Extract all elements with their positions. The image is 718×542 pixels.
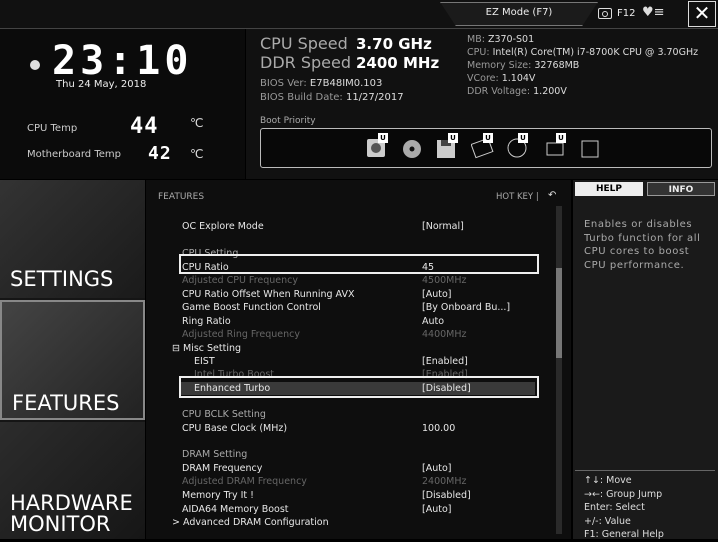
disc-icon bbox=[403, 140, 421, 158]
cpu-temp-label: CPU Temp bbox=[27, 123, 78, 134]
mb-temp-label: Motherboard Temp bbox=[27, 149, 121, 160]
sidebar: SETTINGS FEATURES HARDWARE MONITOR bbox=[0, 180, 145, 539]
ez-mode-button[interactable]: EZ Mode (F7) bbox=[440, 2, 598, 26]
key-move: ↑↓: Move bbox=[584, 475, 632, 486]
group-dram-setting: DRAM Setting bbox=[182, 449, 248, 460]
sysinfo-memory: Memory Size: 32768MB bbox=[467, 60, 580, 71]
info-adjusted-ring-frequency: Adjusted Ring Frequency 4400MHz bbox=[182, 329, 467, 340]
key-value: +/-: Value bbox=[584, 515, 631, 527]
screenshot-icon[interactable] bbox=[598, 8, 612, 19]
setting-dram-frequency[interactable]: DRAM Frequency [Auto] bbox=[182, 462, 532, 475]
boot-device-optical[interactable] bbox=[401, 137, 423, 159]
setting-eist[interactable]: EIST [Enabled] bbox=[194, 355, 532, 368]
sidebar-item-hardware-monitor[interactable]: HARDWARE MONITOR bbox=[0, 422, 145, 539]
mb-temp-unit: ℃ bbox=[190, 147, 204, 161]
sysinfo-mb: MB: Z370-S01 bbox=[467, 34, 535, 45]
cpu-temp-value: 44 bbox=[130, 114, 159, 139]
chevron-right-icon: > bbox=[172, 517, 180, 528]
close-button[interactable]: ✕ bbox=[688, 1, 716, 27]
setting-game-boost-control[interactable]: Game Boost Function Control [By Onboard B… bbox=[182, 301, 532, 314]
boot-device-usb-4[interactable] bbox=[579, 137, 601, 159]
setting-oc-explore-mode[interactable]: OC Explore Mode [Normal] bbox=[182, 220, 532, 233]
help-divider bbox=[575, 470, 715, 471]
setting-cpu-ratio-offset-avx[interactable]: CPU Ratio Offset When Running AVX [Auto] bbox=[182, 288, 532, 301]
key-general-help: F1: General Help bbox=[584, 529, 664, 540]
setting-aida64-memory-boost[interactable]: AIDA64 Memory Boost [Auto] bbox=[182, 503, 532, 516]
boot-device-usb-3[interactable]: U bbox=[544, 133, 566, 159]
f12-label: F12 bbox=[617, 8, 636, 19]
mb-temp-value: 42 bbox=[148, 143, 172, 164]
setting-cpu-base-clock[interactable]: CPU Base Clock (MHz) 100.00 bbox=[182, 422, 532, 435]
sidebar-item-features[interactable]: FEATURES bbox=[0, 300, 145, 420]
help-text: Enables or disables Turbo function for a… bbox=[584, 219, 701, 271]
sysinfo-ddr-voltage: DDR Voltage: 1.200V bbox=[467, 86, 567, 97]
ddr-speed-label: DDR Speed bbox=[260, 53, 351, 72]
boot-priority-label: Boot Priority bbox=[260, 116, 316, 126]
setting-memory-try-it[interactable]: Memory Try It ! [Disabled] bbox=[182, 489, 532, 502]
settings-label: SETTINGS bbox=[10, 267, 114, 291]
key-legend: ↑↓: Move →←: Group Jump Enter: Select +/… bbox=[584, 474, 714, 542]
ddr-speed-value: 2400 MHz bbox=[356, 54, 440, 72]
system-date: Thu 24 May, 2018 bbox=[56, 79, 147, 90]
clock-icon bbox=[30, 60, 40, 70]
hardware-label: HARDWARE bbox=[10, 491, 133, 515]
tab-info[interactable]: INFO bbox=[647, 182, 715, 196]
highlight-enhanced-turbo bbox=[179, 376, 539, 398]
group-misc-setting[interactable]: ⊟ Misc Setting bbox=[172, 342, 522, 355]
setting-ring-ratio[interactable]: Ring Ratio Auto bbox=[182, 315, 532, 328]
tab-help[interactable]: HELP bbox=[575, 182, 643, 196]
collapse-icon[interactable]: ⊟ bbox=[172, 343, 180, 354]
key-select: Enter: Select bbox=[584, 502, 645, 513]
boot-device-hdd[interactable]: U bbox=[366, 133, 388, 159]
key-group-jump: →←: Group Jump bbox=[584, 488, 663, 500]
undo-icon[interactable]: ↶ bbox=[548, 190, 556, 201]
highlight-cpu-ratio bbox=[179, 254, 539, 274]
info-adjusted-dram-frequency: Adjusted DRAM Frequency 2400MHz bbox=[182, 476, 467, 487]
info-adjusted-cpu-frequency: Adjusted CPU Frequency 4500MHz bbox=[182, 275, 467, 286]
page-title: FEATURES bbox=[158, 192, 205, 202]
hotkey-label[interactable]: HOT KEY | bbox=[496, 192, 539, 202]
bios-build-date: BIOS Build Date: 11/27/2017 bbox=[260, 92, 404, 103]
sysinfo-vcore: VCore: 1.104V bbox=[467, 73, 536, 84]
scrollbar-thumb[interactable] bbox=[556, 268, 562, 358]
boot-priority-bar: U U U U U bbox=[260, 128, 712, 168]
sidebar-item-settings[interactable]: SETTINGS bbox=[0, 180, 145, 298]
cpu-temp-unit: ℃ bbox=[190, 116, 204, 130]
features-label: FEATURES bbox=[12, 391, 120, 415]
monitor-label: MONITOR bbox=[10, 512, 111, 536]
favorites-icon[interactable]: ♥≡ bbox=[642, 6, 665, 20]
boot-device-usb-2[interactable]: U bbox=[506, 133, 528, 159]
sysinfo-cpu: CPU: Intel(R) Core(TM) i7-8700K CPU @ 3.… bbox=[467, 47, 699, 58]
group-cpu-bclk-setting: CPU BCLK Setting bbox=[182, 409, 266, 420]
cpu-speed-label: CPU Speed bbox=[260, 34, 348, 53]
boot-device-floppy[interactable]: U bbox=[436, 133, 458, 159]
boot-device-usb-1[interactable]: U bbox=[470, 133, 494, 159]
system-time: 23:10 bbox=[52, 38, 193, 84]
cpu-speed-value: 3.70 GHz bbox=[356, 35, 432, 53]
bios-version: BIOS Ver: E7B48IM0.103 bbox=[260, 78, 383, 89]
submenu-advanced-dram-configuration[interactable]: > Advanced DRAM Configuration bbox=[172, 516, 522, 529]
usb-floppy-icon bbox=[581, 140, 599, 158]
scrollbar-track[interactable] bbox=[556, 206, 562, 534]
